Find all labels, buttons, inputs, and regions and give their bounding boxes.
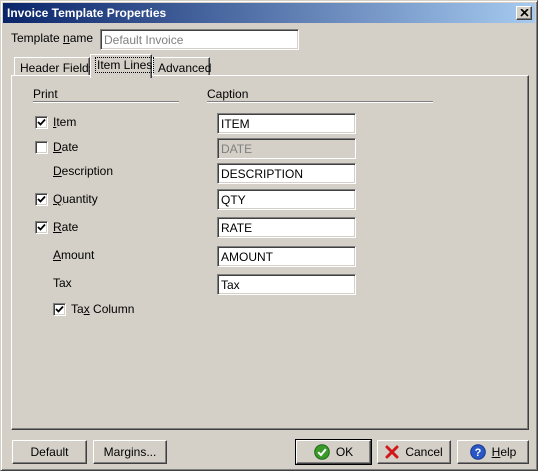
tab-advanced[interactable]: Advanced <box>152 57 212 77</box>
cancel-icon <box>385 445 399 459</box>
print-header-divider <box>33 101 179 103</box>
help-button-label: Help <box>491 445 517 460</box>
item-caption-input[interactable]: ITEM <box>217 113 356 134</box>
caption-header-divider <box>207 101 433 103</box>
quantity-checkbox[interactable] <box>35 193 48 206</box>
date-checkbox[interactable] <box>35 141 48 154</box>
tax-column-label: Tax Column <box>71 302 135 316</box>
help-icon: ? <box>469 444 486 460</box>
item-checkbox[interactable] <box>35 116 48 129</box>
default-button[interactable]: Default <box>12 440 87 464</box>
date-caption-input[interactable]: DATE <box>217 138 356 159</box>
date-label: Date <box>53 140 79 154</box>
print-column-header: Print <box>33 87 58 101</box>
ok-icon <box>314 444 330 460</box>
window-title: Invoice Template Properties <box>7 6 167 20</box>
quantity-caption-input[interactable]: QTY <box>217 189 356 210</box>
description-caption-input[interactable]: DESCRIPTION <box>217 163 356 184</box>
cancel-button[interactable]: Cancel <box>377 440 451 464</box>
close-icon <box>520 9 529 17</box>
cancel-button-label: Cancel <box>405 445 443 459</box>
tab-item-lines-label: Item Lines <box>94 57 155 73</box>
tab-advanced-label: Advanced <box>158 61 212 75</box>
tax-caption-input[interactable]: Tax <box>217 274 356 295</box>
template-name-value: Default Invoice <box>104 33 184 47</box>
caption-column-header: Caption <box>207 87 249 101</box>
template-name-label: Template name <box>11 31 94 45</box>
quantity-label: Quantity <box>53 192 98 206</box>
tab-item-lines[interactable]: Item Lines <box>90 54 155 78</box>
margins-button-label: Margins... <box>103 445 157 459</box>
tab-header-fields[interactable]: Header Fields <box>14 57 95 77</box>
check-icon <box>37 195 46 203</box>
check-icon <box>37 118 46 126</box>
rate-caption-input[interactable]: RATE <box>217 217 356 238</box>
check-icon <box>55 305 64 313</box>
tab-panel: Print Caption Item ITEM Date DATE Descri… <box>11 75 529 430</box>
help-button[interactable]: ? Help <box>457 440 529 464</box>
tax-column-checkbox[interactable] <box>53 303 66 316</box>
amount-caption-input[interactable]: AMOUNT <box>217 246 356 267</box>
tab-header-fields-label: Header Fields <box>20 61 95 75</box>
check-icon <box>37 223 46 231</box>
amount-label: Amount <box>53 248 95 262</box>
ok-button[interactable]: OK <box>295 439 372 465</box>
ok-button-label: OK <box>335 445 354 460</box>
svg-text:?: ? <box>474 447 481 459</box>
rate-checkbox[interactable] <box>35 221 48 234</box>
margins-button[interactable]: Margins... <box>93 440 167 464</box>
item-label: Item <box>53 115 77 129</box>
default-button-label: Default <box>30 445 69 459</box>
title-bar[interactable]: Invoice Template Properties <box>3 3 535 23</box>
dialog-window: Invoice Template Properties Template nam… <box>0 0 538 471</box>
description-label: Description <box>53 164 114 178</box>
close-button[interactable] <box>516 6 532 20</box>
rate-label: Rate <box>53 220 79 234</box>
template-name-field[interactable]: Default Invoice <box>100 29 299 50</box>
tax-label: Tax <box>53 276 72 290</box>
